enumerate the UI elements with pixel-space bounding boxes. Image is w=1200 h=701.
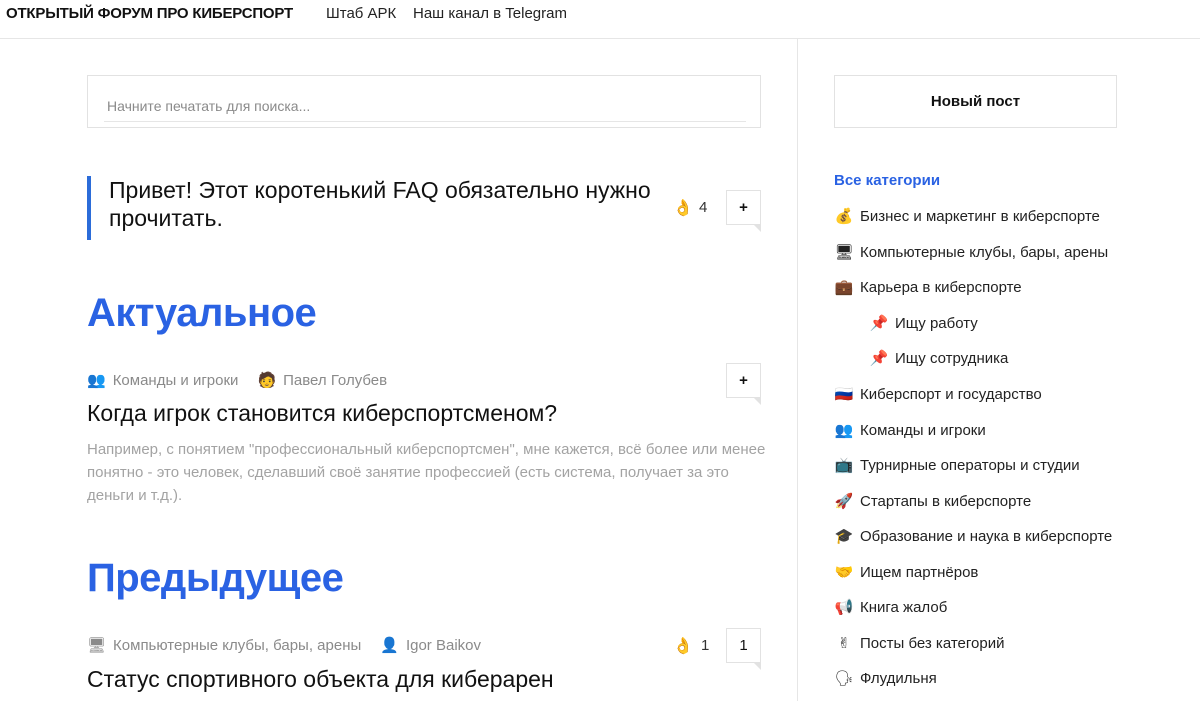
post-comment-count-button[interactable]: 1 [726,628,761,670]
sidebar-category-government[interactable]: 🇷🇺 Киберспорт и государство [834,385,1042,404]
pinned-post[interactable]: Привет! Этот коротенький FAQ обязательно… [87,176,667,240]
new-post-button[interactable]: Новый пост [834,75,1117,128]
search-box [87,75,761,128]
team-icon: 👥 [834,422,854,439]
megaphone-icon: 📢 [834,599,854,616]
post-category-link[interactable]: Команды и игроки [113,372,239,389]
clap-reaction-icon[interactable]: 👌 [673,636,693,656]
site-logo[interactable]: ОТКРЫТЫЙ ФОРУМ ПРО КИБЕРСПОРТ [6,5,293,22]
all-categories-link[interactable]: Все категории [834,172,940,189]
section-heading-previous: Предыдущее [87,556,344,600]
category-label: Ищу работу [895,314,978,332]
sidebar-category-career[interactable]: 💼 Карьера в киберспорте [834,278,1022,297]
clap-reaction-icon[interactable]: 👌 [673,198,693,218]
category-label: Бизнес и маркетинг в киберспорте [860,207,1100,225]
category-label: Киберспорт и государство [860,385,1042,403]
search-input[interactable] [104,90,746,122]
handshake-icon: 🤝 [834,564,854,581]
author-avatar-icon: 🧑 [257,372,277,389]
sidebar-divider [797,39,798,701]
category-label: Книга жалоб [860,598,948,616]
category-label: Турнирные операторы и студии [860,456,1080,474]
computer-icon: 🖥 [834,244,854,261]
pushpin-icon: 📌 [869,315,889,332]
post-title[interactable]: Когда игрок становится киберспортсменом? [87,400,557,427]
category-label: Ищу сотрудника [895,349,1009,367]
post-excerpt: Например, с понятием "профессиональный к… [87,441,766,504]
section-heading-current: Актуальное [87,291,317,335]
post-author-link[interactable]: Павел Голубев [283,372,387,389]
sidebar-category-flood[interactable]: 🗣 Флудильня [834,669,937,688]
money-bag-icon: 💰 [834,208,854,225]
nav-link-shtab-ark[interactable]: Штаб АРК [326,5,396,22]
post-author-link[interactable]: Igor Baikov [406,637,481,654]
category-label: Карьера в киберспорте [860,278,1022,296]
sidebar-category-computer-clubs[interactable]: 🖥 Компьютерные клубы, бары, арены [834,243,1109,262]
post-meta: 👥 Команды и игроки 🧑 Павел Голубев [87,371,387,390]
post-reaction-count: 1 [701,637,710,654]
post-add-button[interactable]: + [726,363,761,405]
post-category-link[interactable]: Компьютерные клубы, бары, арены [113,637,361,654]
nav-link-telegram[interactable]: Наш канал в Telegram [413,5,567,22]
sidebar-category-startups[interactable]: 🚀 Стартапы в киберспорте [834,492,1032,511]
sidebar-category-hiring[interactable]: 📌 Ищу сотрудника [869,349,1009,368]
post-meta: 🖥 Компьютерные клубы, бары, арены 👤 Igor… [87,636,481,655]
sidebar-category-tournament-operators[interactable]: 📺 Турнирные операторы и студии [834,456,1080,475]
category-label: Образование и наука в киберспорте [860,527,1113,545]
victory-hand-icon: ✌ [837,635,851,652]
russia-flag-icon: 🇷🇺 [834,386,854,403]
pinned-reaction-count: 4 [699,199,708,216]
rocket-icon: 🚀 [834,493,854,510]
sidebar-category-teams[interactable]: 👥 Команды и игроки [834,421,986,440]
category-label: Флудильня [860,669,937,687]
team-icon: 👥 [87,372,106,389]
sidebar-category-complaints[interactable]: 📢 Книга жалоб [834,598,948,617]
category-label: Ищем партнёров [860,563,979,581]
category-label: Посты без категорий [860,634,1005,652]
briefcase-icon: 💼 [834,279,854,296]
speaking-head-icon: 🗣 [834,670,854,687]
pinned-add-button[interactable]: + [726,190,761,232]
sidebar-category-business[interactable]: 💰 Бизнес и маркетинг в киберспорте [834,207,1100,226]
category-label: Команды и игроки [860,421,986,439]
sidebar-category-partners[interactable]: 🤝 Ищем партнёров [834,563,979,582]
author-avatar-icon: 👤 [380,637,399,654]
post-title[interactable]: Статус спортивного объекта для киберарен [87,666,554,693]
graduation-cap-icon: 🎓 [834,528,854,545]
computer-icon: 🖥 [87,637,107,654]
sidebar-category-education[interactable]: 🎓 Образование и наука в киберспорте [834,527,1113,546]
tv-icon: 📺 [834,457,854,474]
sidebar-category-job-search[interactable]: 📌 Ищу работу [869,314,978,333]
sidebar-category-uncategorized[interactable]: ✌ Посты без категорий [834,634,1005,653]
category-label: Компьютерные клубы, бары, арены [860,243,1109,261]
pushpin-icon: 📌 [869,350,889,367]
category-label: Стартапы в киберспорте [860,492,1032,510]
pinned-post-title[interactable]: Привет! Этот коротенький FAQ обязательно… [109,176,667,232]
top-bar: ОТКРЫТЫЙ ФОРУМ ПРО КИБЕРСПОРТ Штаб АРК Н… [0,0,1200,39]
